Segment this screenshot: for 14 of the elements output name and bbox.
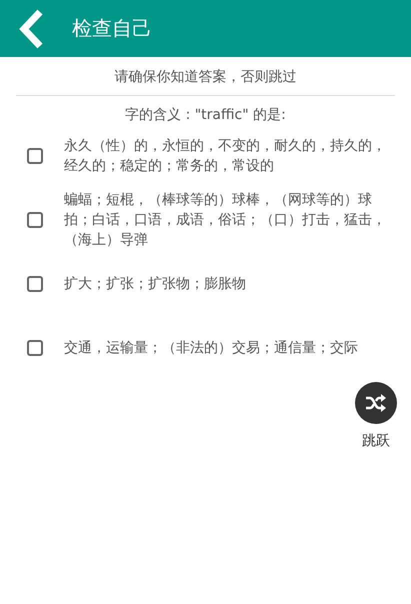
question-text: 字的含义 : "traffic" 的是: <box>124 106 287 124</box>
checkbox[interactable] <box>27 340 43 356</box>
checkbox[interactable] <box>27 148 43 164</box>
option-text[interactable]: 交通，运输量；（非法的）交易；通信量；交际 <box>60 338 394 358</box>
skip-button[interactable] <box>355 382 397 424</box>
checkbox[interactable] <box>27 212 43 228</box>
option-text[interactable]: 蝙蝠；短棍，（棒球等的）球棒，（网球等的）球拍；白话，口语，成语，俗话；（口）打击，猛击，（海上）导弹 <box>60 190 394 250</box>
checkbox[interactable] <box>27 276 43 292</box>
option-text[interactable]: 扩大；扩张；扩张物；膨胀物 <box>60 274 394 294</box>
shuffle-icon <box>365 394 387 412</box>
option-text[interactable]: 永久（性）的，永恒的，不变的，耐久的，持久的，经久的；稳定的；常务的，常设的 <box>60 136 394 176</box>
skip-label: 跳跃 <box>362 432 390 450</box>
notice-text: 请确保你知道答案，否则跳过 <box>16 57 395 96</box>
screen-title: 检查自己 <box>72 15 152 42</box>
